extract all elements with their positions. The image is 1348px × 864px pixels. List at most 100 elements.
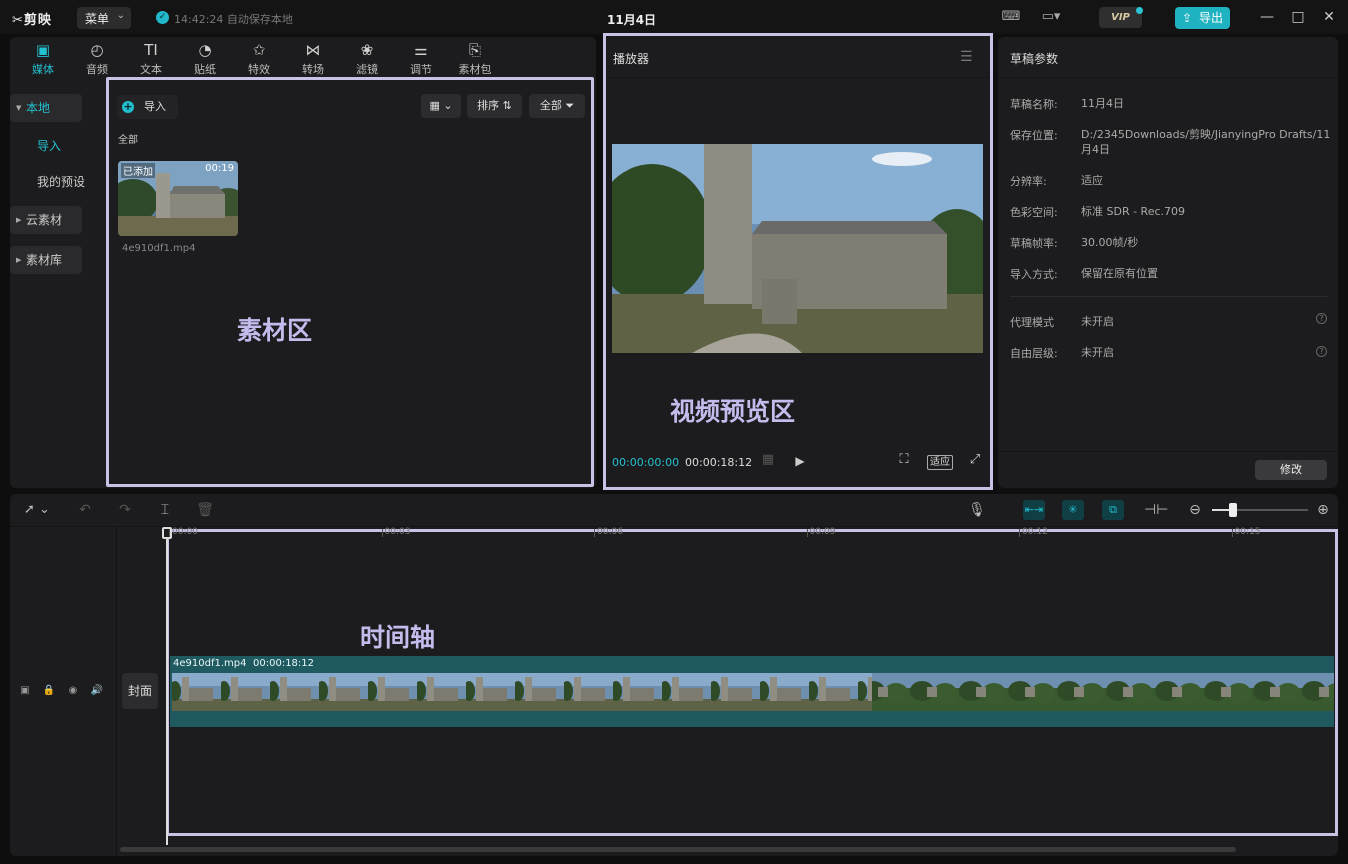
microphone-icon[interactable]: 🎙 <box>968 500 986 520</box>
close-icon[interactable]: ✕ <box>1320 8 1338 26</box>
filter-button[interactable]: 全部 ⏷ <box>529 94 585 118</box>
play-icon[interactable]: ▶ <box>792 454 808 468</box>
tab-label: 音频 <box>86 63 108 76</box>
fullscreen-icon[interactable]: ⤢ <box>966 452 984 467</box>
playhead[interactable] <box>166 527 168 845</box>
ruler-tick-label: 00:15 <box>1234 527 1261 537</box>
church-video-frame <box>612 144 983 353</box>
preview-axis-icon[interactable]: ⊣⊢ <box>1144 500 1168 520</box>
menu-button[interactable]: 菜单 ⌄ <box>77 7 131 29</box>
playhead-handle[interactable] <box>162 527 172 539</box>
undo-icon[interactable]: ↶ <box>76 500 94 520</box>
grid-icon: ▦ ⌄ <box>429 99 453 112</box>
lock-icon[interactable]: 🔒 <box>42 684 56 698</box>
tab-sticker[interactable]: ◔ 贴纸 <box>180 37 230 81</box>
media-thumbnail[interactable]: 已添加 00:19 <box>118 161 238 236</box>
keyboard-icon[interactable]: ⌨ <box>1001 9 1021 25</box>
param-key: 色彩空间: <box>1010 206 1058 219</box>
check-icon: ✓ <box>156 11 169 24</box>
triangle-right-icon: ▶ <box>16 256 22 264</box>
tab-label: 转场 <box>302 63 324 76</box>
clip-filmstrip <box>172 673 1334 711</box>
delete-icon[interactable]: 🗑 <box>196 500 214 520</box>
fit-ratio-button[interactable]: 适应 <box>927 455 953 470</box>
tab-audio[interactable]: ◴ 音频 <box>72 37 122 81</box>
cover-button[interactable]: 封面 <box>122 673 158 709</box>
autosave-status: 14:42:24 自动保存本地 <box>174 13 293 26</box>
help-icon[interactable]: ? <box>1316 313 1327 324</box>
divider <box>998 451 1338 452</box>
track-video-icon[interactable]: ▣ <box>18 684 32 698</box>
tab-adjust[interactable]: ⚌ 调节 <box>396 37 446 81</box>
param-key: 保存位置: <box>1010 129 1058 142</box>
total-timecode: 00:00:18:12 <box>685 456 753 469</box>
timeline-zone-label: 时间轴 <box>360 623 436 652</box>
param-value: 11月4日 <box>1081 97 1124 110</box>
divider <box>606 77 990 78</box>
tab-label: 文本 <box>140 63 162 76</box>
video-preview <box>612 144 983 353</box>
sidebar-item-library[interactable]: ▶ 素材库 <box>10 246 82 274</box>
auto-snap-icon[interactable]: ✳ <box>1062 500 1084 520</box>
tab-transition[interactable]: ⋈ 转场 <box>288 37 338 81</box>
play-box-icon: ▣ <box>35 41 51 59</box>
sidebar-item-local[interactable]: ▼ 本地 <box>10 94 82 122</box>
minimize-icon[interactable]: — <box>1258 8 1276 26</box>
export-button[interactable]: ⇪ 导出 <box>1175 7 1230 29</box>
maximize-icon[interactable]: □ <box>1289 8 1307 26</box>
tab-filter[interactable]: ❀ 滤镜 <box>342 37 392 81</box>
help-icon[interactable]: ? <box>1316 346 1327 357</box>
zoom-slider-handle[interactable] <box>1229 503 1237 517</box>
horizontal-scrollbar[interactable] <box>120 847 1236 852</box>
select-tool-icon[interactable]: ➚ ⌄ <box>17 500 57 520</box>
divider <box>116 527 117 856</box>
view-mode-button[interactable]: ▦ ⌄ <box>421 94 461 118</box>
zoom-out-icon[interactable]: ⊖ <box>1186 500 1204 520</box>
layout-icon[interactable]: ▭▾ <box>1035 9 1067 25</box>
divider <box>10 526 1338 527</box>
chevron-down-icon: ⌄ <box>116 10 125 21</box>
split-icon[interactable]: ⌶ <box>156 500 174 520</box>
player-title: 播放器 <box>613 52 650 66</box>
thumbnail-duration: 00:19 <box>205 163 234 174</box>
speaker-icon[interactable]: 🔊 <box>90 684 104 698</box>
tab-asset-pack[interactable]: ⎘ 素材包 <box>450 37 500 81</box>
added-badge: 已添加 <box>121 163 155 178</box>
ruler-tick-label: 00:09 <box>809 527 836 537</box>
player-zone-label: 视频预览区 <box>670 397 796 426</box>
modify-button[interactable]: 修改 <box>1255 460 1327 480</box>
zoom-in-icon[interactable]: ⊕ <box>1314 500 1332 520</box>
param-key: 代理模式 <box>1010 316 1054 329</box>
ruler-tick <box>806 529 808 537</box>
filter-icon: ⏷ <box>565 99 575 112</box>
tab-text[interactable]: TI 文本 <box>126 37 176 81</box>
param-value: 保留在原有位置 <box>1081 267 1158 280</box>
project-title: 11月4日 <box>607 13 657 27</box>
hamburger-icon[interactable]: ☰ <box>960 49 973 65</box>
export-icon: ⇪ <box>1182 11 1193 25</box>
sort-button[interactable]: 排序 ⇅ <box>467 94 522 118</box>
sidebar-item-import[interactable]: 导入 <box>10 132 82 160</box>
linkage-icon[interactable]: ⧉ <box>1102 500 1124 520</box>
sidebar-item-presets[interactable]: 我的预设 <box>10 168 90 196</box>
screenshot-icon[interactable]: ⛶ <box>895 452 913 467</box>
sidebar-item-cloud[interactable]: ▶ 云素材 <box>10 206 82 234</box>
import-button[interactable]: + 导入 <box>117 95 178 119</box>
param-value: 适应 <box>1081 174 1103 187</box>
main-track-magnet-icon[interactable]: ⇤⇥ <box>1023 500 1045 520</box>
tab-play-box[interactable]: ▣ 媒体 <box>18 37 68 81</box>
param-key: 草稿帧率: <box>1010 237 1058 250</box>
tab-label: 调节 <box>410 63 432 76</box>
param-key: 自由层级: <box>1010 347 1058 360</box>
audio-icon: ◴ <box>90 41 104 59</box>
tab-effects[interactable]: ✩ 特效 <box>234 37 284 81</box>
filter-icon: ❀ <box>360 41 374 59</box>
ruler-tick <box>1019 529 1020 537</box>
redo-icon[interactable]: ↷ <box>116 500 134 520</box>
tab-label: 素材包 <box>458 63 492 76</box>
eye-icon[interactable]: ◉ <box>66 684 80 698</box>
tab-label: 媒体 <box>32 63 54 76</box>
media-filename: 4e910df1.mp4 <box>122 243 196 254</box>
grid-view-icon[interactable]: ▦ <box>757 452 779 467</box>
divider <box>998 77 1338 78</box>
